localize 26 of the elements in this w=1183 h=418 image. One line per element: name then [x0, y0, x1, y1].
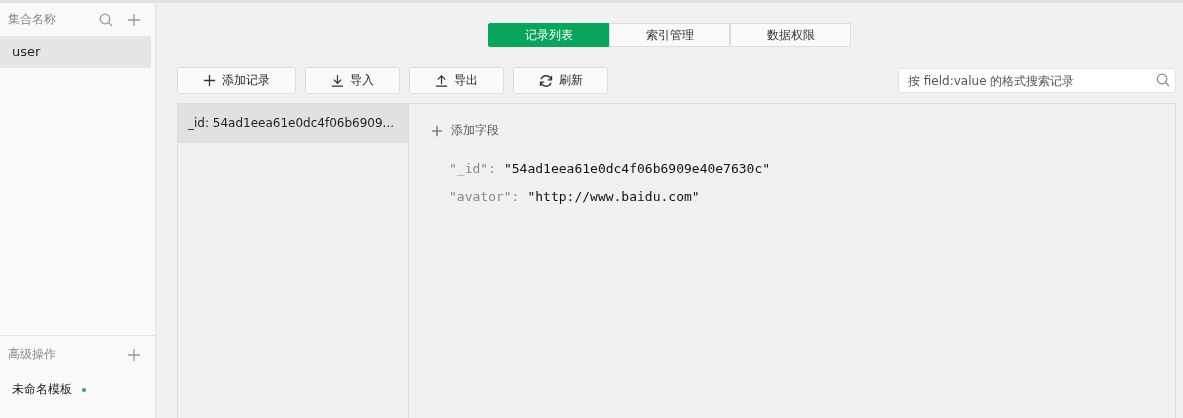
collection-item[interactable]: user	[0, 36, 151, 68]
template-item[interactable]: 未命名模板	[12, 381, 72, 398]
add-field-button[interactable]: 添加字段	[431, 122, 499, 139]
upload-icon	[435, 74, 448, 87]
record-item[interactable]: _id: 54ad1eea61e0dc4f06b6909...	[178, 104, 408, 143]
search-icon[interactable]	[99, 12, 113, 27]
toolbar-button[interactable]: 导入	[305, 67, 400, 94]
section-title: 高级操作	[8, 346, 57, 363]
field-value: "http://www.baidu.com"	[527, 189, 700, 204]
toolbar-button[interactable]: 导出	[409, 67, 504, 94]
field-key: "_id":	[449, 161, 496, 176]
toolbar-button[interactable]: 添加记录	[177, 67, 296, 94]
add-icon[interactable]	[127, 12, 141, 27]
plus-icon	[203, 74, 216, 87]
search-icon	[1156, 73, 1170, 87]
add-icon[interactable]	[127, 347, 141, 362]
field-value: "54ad1eea61e0dc4f06b6909e40e7630c"	[503, 161, 771, 176]
toolbar-button[interactable]: 刷新	[513, 67, 608, 94]
sidebar-title: 集合名称	[8, 11, 57, 28]
plus-icon	[431, 124, 443, 137]
download-icon	[331, 74, 344, 87]
tab[interactable]: 数据权限	[730, 23, 851, 47]
tab[interactable]: 索引管理	[609, 23, 730, 47]
field-key: "avator":	[449, 189, 520, 204]
search-field[interactable]: 按 field:value 的格式搜索记录	[898, 68, 1176, 93]
refresh-icon	[538, 73, 553, 88]
